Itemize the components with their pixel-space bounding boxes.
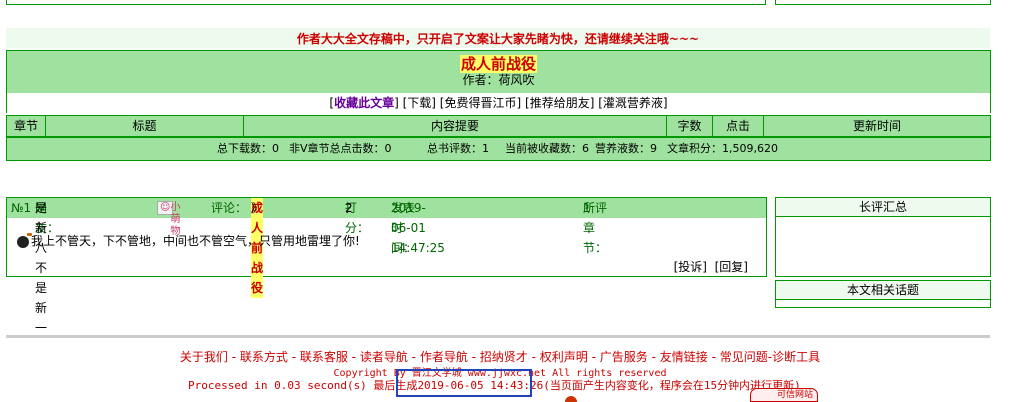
comment-actions: [投诉] [回复] — [674, 258, 748, 275]
footer-link-ads[interactable]: 广告服务 — [600, 350, 648, 364]
footer-link-diagnose[interactable]: 诊断工具 — [772, 350, 820, 364]
highlight-box — [396, 369, 532, 397]
user-badge: ☺ 小萌物 — [157, 201, 180, 237]
col-title: 标题 — [46, 116, 244, 136]
previous-box-bottom — [6, 0, 766, 5]
footer-link-reader-nav[interactable]: 读者导航 — [360, 350, 408, 364]
long-reviews-box: 长评汇总 — [775, 197, 991, 277]
comment-header: №1 网友：是新八不是新一 ☺小萌物 评论： 《成人前战役》 打分：2 发表时间… — [7, 198, 766, 335]
chapter-table-header: 章节 标题 内容提要 字数 点击 更新时间 — [6, 115, 991, 137]
col-update-time: 更新时间 — [852, 119, 901, 133]
nutrient-link[interactable]: 灌溉营养液 — [603, 96, 663, 110]
download-link[interactable]: 下载 — [407, 96, 431, 110]
action-links: [收藏此文章] [下载] [免费得晋江币] [推荐给朋友] [灌溉营养液] — [6, 93, 991, 113]
comment-body: 我上不管天，下不管地，中间也不管空气，只管用地雷埋了你! — [17, 232, 360, 249]
book-author: 作者：荷风吹 — [462, 73, 535, 87]
reply-link[interactable]: [回复] — [715, 260, 748, 274]
comment-number: №1 — [11, 201, 32, 215]
footer-link-rights[interactable]: 权利声明 — [540, 350, 588, 364]
footer-link-support[interactable]: 联系客服 — [300, 350, 348, 364]
footer-link-author-nav[interactable]: 作者导航 — [420, 350, 468, 364]
col-chapter: 章节 — [7, 116, 46, 136]
processed-text: Processed in 0.03 second(s) 最后生成 — [188, 379, 418, 392]
comment-item: №1 网友：是新八不是新一 ☺小萌物 评论： 《成人前战役》 打分：2 发表时间… — [6, 197, 767, 335]
article-score: 文章积分：1,509,620 — [667, 142, 778, 155]
decoration-icon — [565, 396, 577, 402]
report-link[interactable]: [投诉] — [674, 260, 707, 274]
review-count: 总书评数：1 — [427, 142, 489, 155]
book-stats: 总下载数：0 非V章节总点击数：0 总书评数：1 当前被收藏数：6 营养液数：9… — [6, 137, 991, 161]
username[interactable]: 是新八不是新一 — [35, 198, 47, 338]
col-summary: 内容提要 — [244, 116, 667, 136]
nutrient-count: 营养液数：9 — [595, 142, 657, 155]
footer-link-contact[interactable]: 联系方式 — [240, 350, 288, 364]
footer-divider — [6, 335, 990, 338]
trusted-site-badge[interactable]: 可信网站 — [750, 388, 818, 402]
book-header: 成人前战役 作者：荷风吹 — [6, 50, 991, 94]
footer-links: 关于我们 - 联系方式 - 联系客服 - 读者导航 - 作者导航 - 招纳贤才 … — [179, 350, 821, 364]
comment-review-label: 评论： — [211, 201, 248, 215]
collected-count: 当前被收藏数：6 — [505, 142, 589, 155]
previous-side-box-bottom — [775, 0, 991, 5]
long-reviews-title[interactable]: 长评汇总 — [776, 198, 990, 217]
col-words: 字数 — [667, 116, 713, 136]
author-notice: 作者大大全文存稿中，只开启了文案让大家先睹为快，还请继续关注哦~~~ — [6, 28, 990, 48]
footer-link-faq[interactable]: 常见问题 — [720, 350, 768, 364]
related-topics-box: 本文相关话题 — [775, 280, 991, 308]
free-coins-link[interactable]: 免费得晋江币 — [444, 96, 516, 110]
nonv-clicks: 非V章节总点击数：0 — [289, 142, 392, 155]
comment-text: 我上不管天，下不管地，中间也不管空气，只管用地雷埋了你! — [31, 234, 360, 248]
related-topics-title[interactable]: 本文相关话题 — [776, 281, 990, 300]
footer-link-friends[interactable]: 友情链接 — [660, 350, 708, 364]
landmine-icon — [17, 232, 32, 248]
col-clicks: 点击 — [713, 116, 764, 136]
favorite-link[interactable]: 收藏此文章 — [334, 96, 394, 110]
footer-link-jobs[interactable]: 招纳贤才 — [480, 350, 528, 364]
book-title[interactable]: 成人前战役 — [459, 55, 537, 73]
footer-link-about[interactable]: 关于我们 — [180, 350, 228, 364]
recommend-link[interactable]: 推荐给朋友 — [530, 96, 590, 110]
total-downloads: 总下载数：0 — [217, 142, 279, 155]
